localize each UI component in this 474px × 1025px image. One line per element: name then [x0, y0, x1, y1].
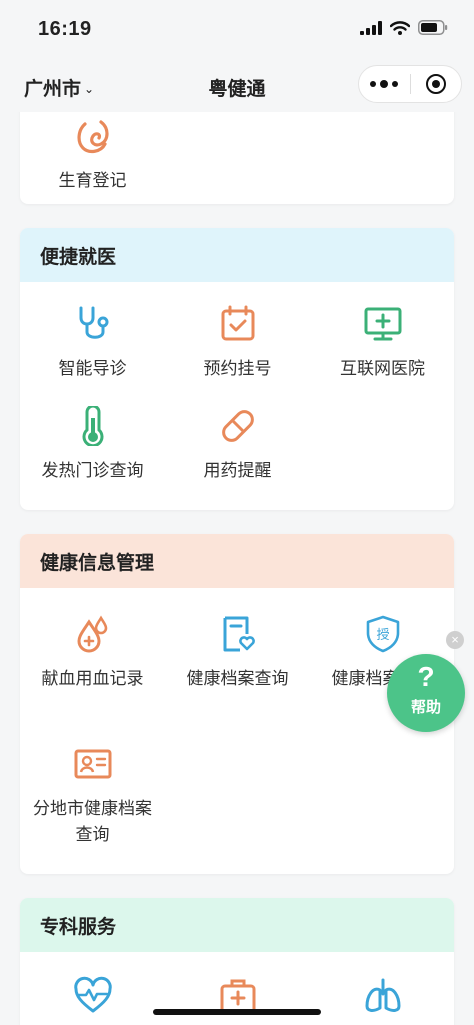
content-scroll[interactable]: 生育登记 便捷就医 智能导诊 预约挂号 互联网医院 发热门诊查询 用药提醒 健康… — [0, 112, 474, 1025]
stethoscope-icon — [79, 306, 108, 339]
service-label: 健康档案查询 — [186, 669, 289, 688]
service-label: 献血用血记录 — [41, 669, 144, 688]
section-title: 专科服务 — [40, 916, 117, 938]
service-label: 发热门诊查询 — [41, 461, 144, 480]
service-lungs[interactable] — [310, 976, 454, 1016]
monitor-plus-icon — [364, 307, 401, 341]
nav-bar: 广州市 ⌄ 粤健通 — [0, 60, 474, 112]
more-dot-icon — [380, 80, 389, 88]
section-title: 健康信息管理 — [40, 552, 155, 574]
section-header: 健康信息管理 — [20, 534, 454, 588]
section-header: 专科服务 — [20, 898, 454, 952]
question-icon: ? — [417, 661, 435, 692]
convenient-care-card: 便捷就医 智能导诊 预约挂号 互联网医院 发热门诊查询 用药提醒 — [20, 228, 454, 510]
service-heart[interactable] — [20, 976, 165, 1016]
service-label: 用药提醒 — [203, 461, 272, 480]
pill-icon — [221, 410, 254, 442]
health-file-icon — [223, 616, 255, 652]
lungs-icon — [365, 978, 400, 1012]
service-medication-reminder[interactable]: 用药提醒 — [165, 406, 310, 484]
more-menu-button[interactable] — [359, 65, 410, 103]
status-time: 16:19 — [38, 18, 92, 40]
blood-drop-icon — [76, 615, 107, 653]
authorize-shield-icon: 授 — [366, 615, 399, 653]
thermometer-icon — [82, 406, 103, 446]
status-icons — [360, 20, 448, 35]
service-appointment[interactable]: 预约挂号 — [165, 304, 310, 382]
fertility-icon — [77, 120, 109, 154]
service-blood-records[interactable]: 献血用血记录 — [20, 614, 165, 692]
more-dot-icon — [370, 81, 377, 87]
more-dot-icon — [392, 81, 399, 87]
home-indicator — [153, 1009, 321, 1015]
service-health-file-query[interactable]: 健康档案查询 — [165, 614, 310, 692]
service-fertility-registration[interactable]: 生育登记 — [20, 116, 165, 194]
service-smart-triage[interactable]: 智能导诊 — [20, 304, 165, 382]
section-header: 便捷就医 — [20, 228, 454, 282]
service-internet-hospital[interactable]: 互联网医院 — [310, 304, 454, 382]
service-label: 生育登记 — [58, 171, 127, 190]
top-card: 生育登记 — [20, 112, 454, 204]
service-label: 智能导诊 — [58, 359, 127, 378]
miniprogram-capsule — [358, 65, 462, 103]
help-close-button[interactable]: × — [446, 631, 464, 649]
service-city-health-file[interactable]: 分地市健康档案查询 — [20, 744, 165, 848]
signal-icon — [360, 20, 382, 35]
section-title: 便捷就医 — [40, 246, 117, 268]
authorize-badge: 授 — [376, 628, 389, 643]
help-button[interactable]: ? 帮助 — [387, 654, 465, 732]
service-label: 分地市健康档案查询 — [33, 799, 152, 844]
battery-icon — [418, 20, 448, 35]
service-label: 预约挂号 — [203, 359, 272, 378]
wifi-icon — [390, 20, 410, 35]
help-label: 帮助 — [410, 699, 441, 716]
target-icon — [425, 74, 446, 94]
calendar-check-icon — [221, 305, 254, 341]
specialty-card: 专科服务 — [20, 898, 454, 1025]
status-bar: 16:19 — [0, 0, 474, 60]
id-card-icon — [74, 749, 111, 779]
close-miniprogram-button[interactable] — [410, 65, 461, 103]
service-label: 互联网医院 — [340, 359, 425, 378]
heart-pulse-icon — [73, 976, 112, 1013]
service-fever-clinic[interactable]: 发热门诊查询 — [20, 406, 165, 484]
